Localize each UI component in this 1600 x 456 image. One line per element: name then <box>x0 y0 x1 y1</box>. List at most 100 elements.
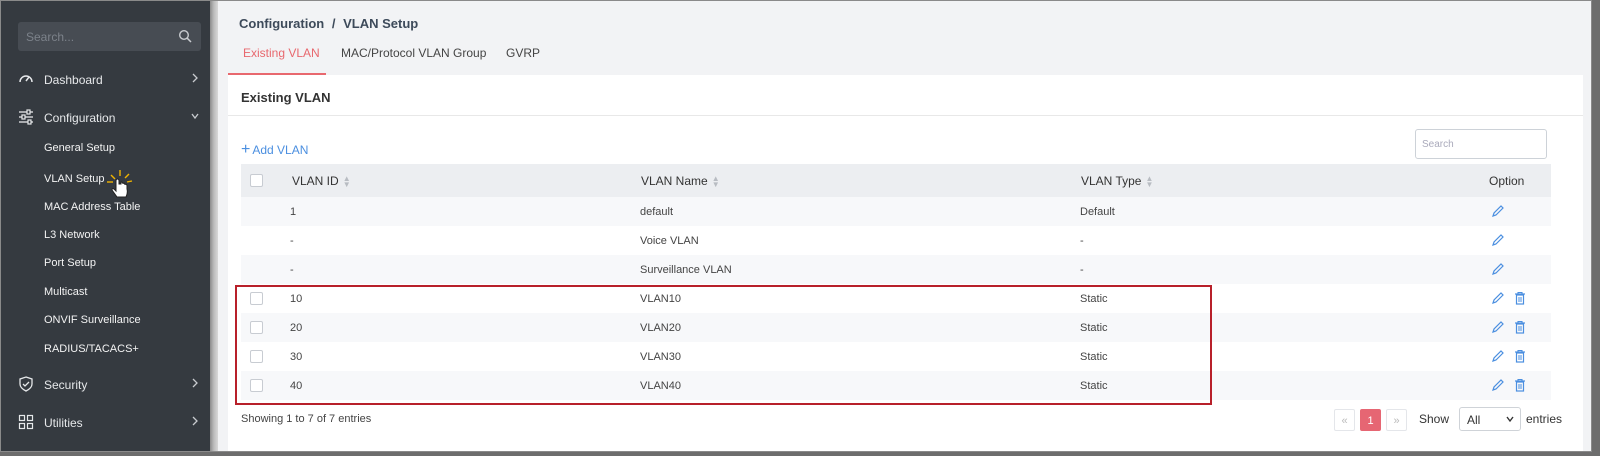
cell-vlan-id: - <box>290 264 294 276</box>
sidebar-subitem-mac-address-table[interactable]: MAC Address Table <box>44 201 140 213</box>
chevron-down-icon <box>1506 416 1514 423</box>
cell-vlan-id: - <box>290 235 294 247</box>
add-vlan-label: Add VLAN <box>252 143 309 157</box>
sliders-icon <box>19 109 33 125</box>
panel-title: Existing VLAN <box>241 90 331 105</box>
sidebar-subitem-l3-network[interactable]: L3 Network <box>44 229 100 241</box>
column-header-label: VLAN ID <box>292 174 339 188</box>
sidebar-subitem-port-setup[interactable]: Port Setup <box>44 257 96 269</box>
delete-trash-icon[interactable] <box>1513 291 1527 305</box>
chevron-right-icon <box>192 73 198 83</box>
sidebar-search-input[interactable] <box>18 22 168 51</box>
delete-trash-icon[interactable] <box>1513 378 1527 392</box>
row-checkbox[interactable] <box>250 292 263 305</box>
sidebar-item-dashboard[interactable]: Dashboard <box>1 66 210 92</box>
add-vlan-button[interactable]: + Add VLAN <box>241 141 309 158</box>
cell-vlan-name: VLAN20 <box>640 322 681 334</box>
column-header-label: VLAN Name <box>641 174 708 188</box>
edit-pencil-icon[interactable] <box>1491 262 1505 276</box>
sidebar-item-label: Utilities <box>44 416 83 430</box>
cell-vlan-name: VLAN30 <box>640 351 681 363</box>
chevron-right-icon <box>192 416 198 426</box>
table-search-input[interactable] <box>1416 130 1546 158</box>
edit-pencil-icon[interactable] <box>1491 291 1505 305</box>
divider <box>228 115 1583 116</box>
page-size-value: All <box>1467 413 1481 427</box>
cell-vlan-id: 40 <box>290 380 303 392</box>
sort-icon: ▲ ▼ <box>711 173 720 189</box>
breadcrumb: Configuration / VLAN Setup <box>239 16 422 31</box>
sidebar-subitem-general-setup[interactable]: General Setup <box>44 142 115 154</box>
table-row: - Surveillance VLAN - <box>241 255 1551 284</box>
pagination-next[interactable]: » <box>1386 409 1407 431</box>
table-row: 40 VLAN40 Static <box>241 371 1551 400</box>
cell-vlan-type: Static <box>1080 293 1108 305</box>
edit-pencil-icon[interactable] <box>1491 320 1505 334</box>
cell-vlan-type: - <box>1080 235 1084 247</box>
cell-vlan-name: Surveillance VLAN <box>640 264 732 276</box>
sidebar-search <box>18 22 201 51</box>
column-header-vlan-type[interactable]: VLAN Type ▲ ▼ <box>1081 174 1153 188</box>
chevron-right-icon <box>192 378 198 388</box>
sidebar-item-label: Configuration <box>44 111 116 125</box>
column-header-label: VLAN Type <box>1081 174 1142 188</box>
sidebar-item-utilities[interactable]: Utilities <box>1 409 210 435</box>
cell-vlan-type: - <box>1080 264 1084 276</box>
breadcrumb-parent[interactable]: Configuration <box>239 16 324 31</box>
cell-vlan-name: VLAN40 <box>640 380 681 392</box>
pointer-hand-icon <box>107 170 133 198</box>
sidebar-subitem-radius-tacacs[interactable]: RADIUS/TACACS+ <box>44 343 139 355</box>
select-all-checkbox[interactable] <box>250 174 263 187</box>
sort-icon: ▲ ▼ <box>1145 173 1154 189</box>
sidebar-item-security[interactable]: Security <box>1 371 210 397</box>
plus-icon: + <box>241 141 251 158</box>
shield-icon <box>19 376 33 392</box>
sort-icon: ▲ ▼ <box>342 173 351 189</box>
tab-mac-protocol-vlan-group[interactable]: MAC/Protocol VLAN Group <box>341 46 486 60</box>
table-row: 10 VLAN10 Static <box>241 284 1551 313</box>
pagination-prev[interactable]: « <box>1334 409 1355 431</box>
delete-trash-icon[interactable] <box>1513 349 1527 363</box>
column-header-option: Option <box>1489 174 1525 188</box>
cell-vlan-type: Static <box>1080 351 1108 363</box>
cell-vlan-id: 1 <box>290 206 297 218</box>
cell-vlan-name: Voice VLAN <box>640 235 699 247</box>
grid-icon <box>18 414 34 430</box>
breadcrumb-separator: / <box>331 16 336 31</box>
table-header: VLAN ID ▲ ▼ VLAN Name ▲ ▼ VLAN Type ▲ ▼ Option <box>241 164 1551 197</box>
table-info: Showing 1 to 7 of 7 entries <box>241 413 372 425</box>
show-label: Show <box>1419 412 1450 426</box>
row-checkbox[interactable] <box>250 321 263 334</box>
row-checkbox[interactable] <box>250 350 263 363</box>
table-row: 30 VLAN30 Static <box>241 342 1551 371</box>
column-header-vlan-name[interactable]: VLAN Name ▲ ▼ <box>641 174 720 188</box>
app-window: Dashboard Configuration General Setup VL… <box>0 0 1592 452</box>
cell-vlan-id: 20 <box>290 322 303 334</box>
sidebar-divider[interactable] <box>210 1 218 451</box>
chevron-down-icon <box>191 113 199 120</box>
entries-label: entries <box>1526 412 1563 426</box>
cell-vlan-type: Static <box>1080 380 1108 392</box>
column-header-vlan-id[interactable]: VLAN ID ▲ ▼ <box>292 174 351 188</box>
search-icon[interactable] <box>178 29 192 43</box>
edit-pencil-icon[interactable] <box>1491 378 1505 392</box>
cell-vlan-type: Default <box>1080 206 1115 218</box>
tab-gvrp[interactable]: GVRP <box>506 46 540 60</box>
page-size-select[interactable]: All <box>1459 407 1521 431</box>
cell-vlan-name: VLAN10 <box>640 293 681 305</box>
pagination-page[interactable]: 1 <box>1360 409 1381 431</box>
sidebar-subitem-vlan-setup[interactable]: VLAN Setup <box>44 173 105 185</box>
sidebar-item-label: Dashboard <box>44 73 103 87</box>
edit-pencil-icon[interactable] <box>1491 349 1505 363</box>
table-row: 20 VLAN20 Static <box>241 313 1551 342</box>
sidebar-subitem-multicast[interactable]: Multicast <box>44 286 87 298</box>
edit-pencil-icon[interactable] <box>1491 204 1505 218</box>
sidebar-subitem-onvif-surveillance[interactable]: ONVIF Surveillance <box>44 314 141 326</box>
cell-vlan-id: 30 <box>290 351 303 363</box>
dashboard-gauge-icon <box>19 75 33 83</box>
delete-trash-icon[interactable] <box>1513 320 1527 334</box>
sidebar-item-configuration[interactable]: Configuration <box>1 104 210 130</box>
edit-pencil-icon[interactable] <box>1491 233 1505 247</box>
row-checkbox[interactable] <box>250 379 263 392</box>
tab-existing-vlan[interactable]: Existing VLAN <box>243 46 320 60</box>
